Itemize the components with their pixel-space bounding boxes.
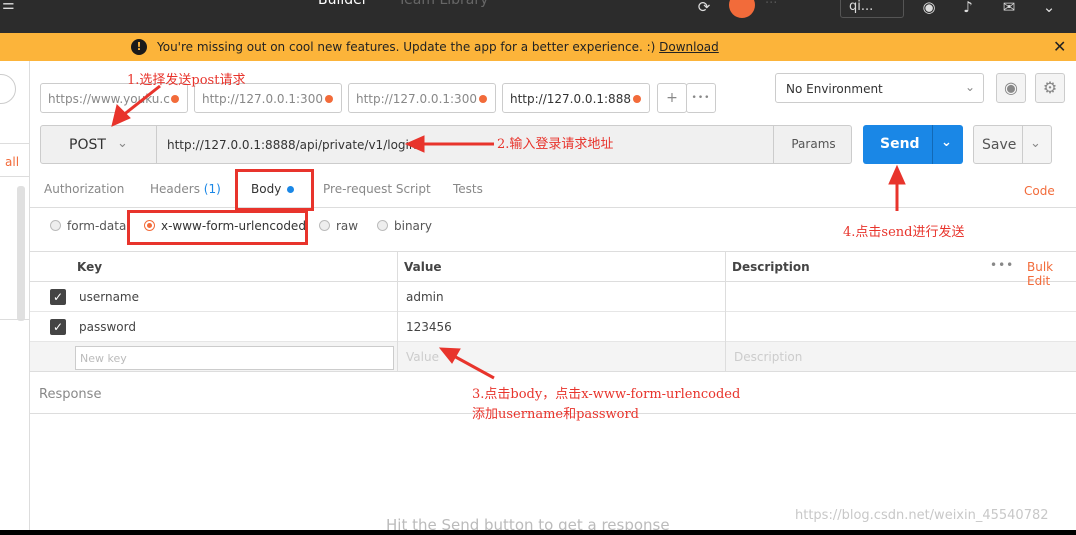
arrow-step1-head bbox=[111, 104, 131, 127]
arrow-step3 bbox=[451, 353, 495, 380]
postman-window: ☰ Builder Team Library ⟳ ... qi... ◉ ♪ ✉… bbox=[0, 0, 1076, 535]
arrow-step2-head bbox=[404, 135, 425, 153]
arrow-step1 bbox=[121, 84, 161, 118]
annotation-arrows bbox=[111, 84, 906, 380]
arrow-step4-head bbox=[888, 164, 906, 185]
arrow-step3-head bbox=[438, 347, 461, 364]
